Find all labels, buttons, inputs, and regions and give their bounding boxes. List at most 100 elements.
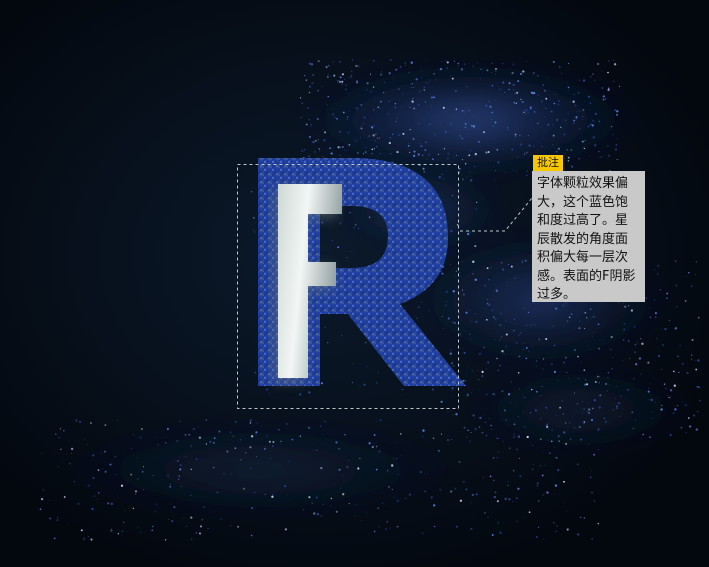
- star-particle: [317, 139, 319, 141]
- star-particle: [476, 201, 478, 203]
- star-particle: [351, 59, 354, 61]
- star-particle: [195, 458, 198, 460]
- star-particle: [695, 428, 698, 431]
- star-particle: [87, 484, 90, 487]
- star-particle: [589, 476, 592, 479]
- star-particle: [391, 464, 394, 467]
- star-particle: [456, 224, 459, 226]
- star-particle: [536, 484, 539, 487]
- star-particle: [672, 412, 675, 415]
- star-particle: [525, 357, 528, 360]
- star-particle: [650, 398, 653, 402]
- star-particle: [686, 371, 689, 375]
- star-particle: [592, 335, 594, 337]
- star-particle: [586, 410, 589, 413]
- star-particle: [466, 436, 468, 438]
- star-particle: [308, 135, 311, 139]
- star-particle: [479, 426, 481, 428]
- star-particle: [486, 302, 489, 305]
- star-particle: [395, 121, 397, 123]
- star-particle: [535, 360, 538, 362]
- star-particle: [562, 304, 565, 307]
- star-particle: [508, 447, 511, 450]
- star-particle: [474, 245, 477, 248]
- star-particle: [537, 94, 539, 97]
- star-particle: [133, 433, 135, 435]
- star-particle: [488, 100, 490, 103]
- star-particle: [327, 342, 329, 344]
- star-particle: [339, 487, 342, 489]
- star-particle: [390, 59, 392, 61]
- star-particle: [332, 61, 334, 63]
- star-particle: [616, 138, 618, 140]
- star-particle: [250, 467, 252, 469]
- star-particle: [502, 63, 504, 65]
- star-particle: [530, 324, 533, 327]
- star-particle: [393, 74, 395, 76]
- star-particle: [593, 453, 596, 456]
- star-particle: [500, 261, 503, 264]
- star-particle: [439, 123, 441, 125]
- star-particle: [423, 86, 426, 89]
- star-particle: [58, 436, 60, 439]
- star-particle: [640, 437, 642, 439]
- star-particle: [216, 491, 219, 494]
- star-particle: [378, 526, 380, 528]
- star-particle: [486, 69, 489, 72]
- star-particle: [502, 81, 505, 84]
- star-particle: [515, 448, 519, 451]
- star-particle: [466, 86, 468, 88]
- star-particle: [137, 526, 139, 528]
- star-particle: [529, 385, 531, 387]
- star-particle: [459, 333, 462, 336]
- star-particle: [536, 482, 539, 485]
- star-particle: [346, 116, 349, 119]
- star-particle: [388, 100, 390, 102]
- star-particle: [365, 341, 367, 344]
- star-particle: [315, 140, 317, 142]
- star-particle: [459, 271, 461, 274]
- star-particle: [178, 478, 180, 480]
- star-particle: [364, 133, 366, 135]
- star-particle: [645, 297, 648, 300]
- star-particle: [567, 113, 569, 115]
- star-particle: [527, 350, 529, 352]
- star-particle: [547, 439, 549, 441]
- star-particle: [472, 260, 475, 263]
- star-particle: [387, 469, 389, 471]
- star-particle: [631, 411, 633, 414]
- star-particle: [616, 405, 618, 408]
- star-particle: [543, 465, 545, 467]
- star-particle: [347, 460, 349, 462]
- star-particle: [605, 382, 607, 385]
- star-particle: [654, 299, 656, 301]
- star-particle: [141, 428, 143, 430]
- star-particle: [345, 88, 347, 90]
- star-particle: [564, 502, 565, 503]
- star-particle: [352, 363, 354, 365]
- star-particle: [632, 427, 634, 429]
- star-particle: [294, 495, 296, 497]
- star-particle: [493, 496, 496, 499]
- star-particle: [554, 446, 555, 448]
- star-particle: [455, 108, 458, 110]
- star-particle: [77, 502, 80, 505]
- star-particle: [337, 246, 340, 249]
- star-particle: [409, 106, 411, 109]
- star-particle: [482, 346, 485, 349]
- star-particle: [167, 474, 170, 477]
- star-particle: [313, 512, 316, 515]
- star-particle: [337, 79, 340, 82]
- star-particle: [527, 311, 530, 314]
- star-particle: [648, 387, 650, 389]
- star-particle: [341, 73, 344, 76]
- star-particle: [603, 417, 606, 420]
- star-particle: [514, 133, 517, 136]
- star-particle: [545, 130, 547, 132]
- star-particle: [366, 82, 369, 85]
- star-particle: [602, 95, 605, 98]
- star-particle: [688, 425, 692, 428]
- star-particle: [469, 440, 471, 442]
- star-particle: [470, 392, 472, 393]
- star-particle: [676, 405, 678, 407]
